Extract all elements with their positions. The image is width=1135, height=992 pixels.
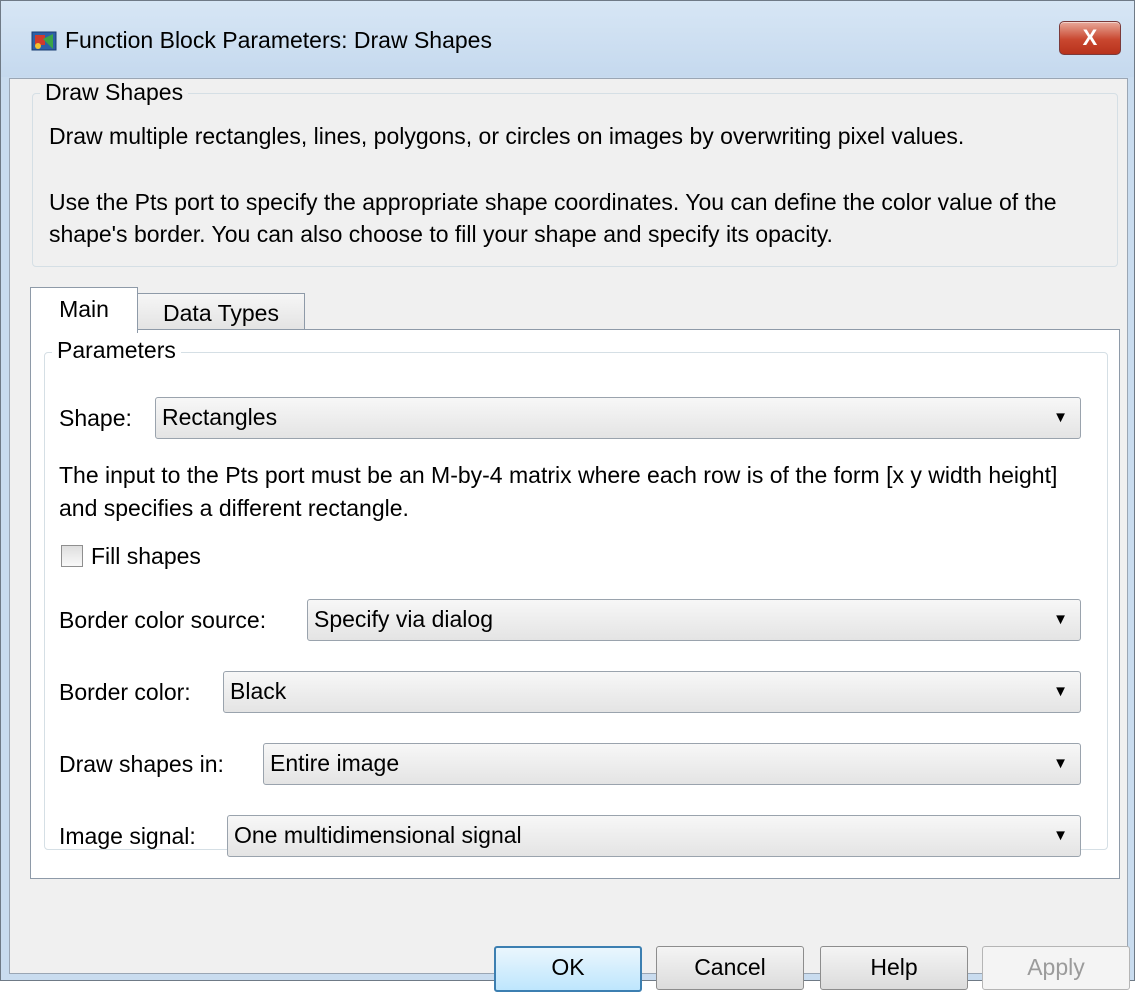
- tab-main[interactable]: Main: [30, 287, 138, 333]
- chevron-down-icon: ▼: [1053, 827, 1068, 844]
- border-color-dropdown[interactable]: Black ▼: [223, 671, 1081, 713]
- shape-dropdown-value: Rectangles: [162, 404, 278, 430]
- border-color-source-dropdown[interactable]: Specify via dialog ▼: [307, 599, 1081, 641]
- dialog-window: Function Block Parameters: Draw Shapes X…: [0, 0, 1135, 992]
- description-line-2: Use the Pts port to specify the appropri…: [49, 189, 1057, 247]
- close-icon: X: [1082, 25, 1098, 50]
- shape-dropdown[interactable]: Rectangles ▼: [155, 397, 1081, 439]
- border-color-label: Border color:: [59, 679, 191, 705]
- border-color-source-value: Specify via dialog: [314, 606, 493, 632]
- close-button[interactable]: X: [1059, 21, 1121, 55]
- chevron-down-icon: ▼: [1053, 683, 1068, 700]
- ok-button[interactable]: OK: [494, 946, 642, 992]
- chevron-down-icon: ▼: [1053, 409, 1068, 426]
- chevron-down-icon: ▼: [1053, 755, 1068, 772]
- dialog-body: Draw Shapes Draw multiple rectangles, li…: [9, 78, 1130, 992]
- image-signal-value: One multidimensional signal: [234, 822, 522, 848]
- title-bar[interactable]: Function Block Parameters: Draw Shapes X: [1, 1, 1134, 77]
- tab-data-types[interactable]: Data Types: [137, 293, 305, 332]
- chevron-down-icon: ▼: [1053, 611, 1068, 628]
- fill-shapes-checkbox[interactable]: [61, 545, 83, 567]
- border-color-value: Black: [230, 678, 287, 704]
- cancel-button[interactable]: Cancel: [656, 946, 804, 990]
- apply-button[interactable]: Apply: [982, 946, 1130, 990]
- pts-port-info: The input to the Pts port must be an M-b…: [59, 462, 1058, 521]
- draw-shapes-in-dropdown[interactable]: Entire image ▼: [263, 743, 1081, 785]
- shape-label: Shape:: [59, 405, 132, 431]
- draw-shapes-in-label: Draw shapes in:: [59, 751, 224, 777]
- simulink-block-icon: [31, 31, 57, 51]
- tab-panel-main: Parameters Shape: Rectangles ▼ The input…: [30, 329, 1120, 879]
- description-group-title: Draw Shapes: [40, 79, 189, 106]
- image-signal-label: Image signal:: [59, 823, 196, 849]
- parameters-group-title: Parameters: [52, 337, 181, 364]
- description-line-1: Draw multiple rectangles, lines, polygon…: [49, 123, 965, 149]
- draw-shapes-in-value: Entire image: [270, 750, 400, 776]
- fill-shapes-label[interactable]: Fill shapes: [91, 543, 201, 570]
- description-group: Draw Shapes Draw multiple rectangles, li…: [32, 79, 1118, 267]
- help-button[interactable]: Help: [820, 946, 968, 990]
- window-title: Function Block Parameters: Draw Shapes: [65, 27, 492, 53]
- parameters-group: Parameters Shape: Rectangles ▼ The input…: [44, 337, 1108, 857]
- border-color-source-label: Border color source:: [59, 607, 267, 633]
- image-signal-dropdown[interactable]: One multidimensional signal ▼: [227, 815, 1081, 857]
